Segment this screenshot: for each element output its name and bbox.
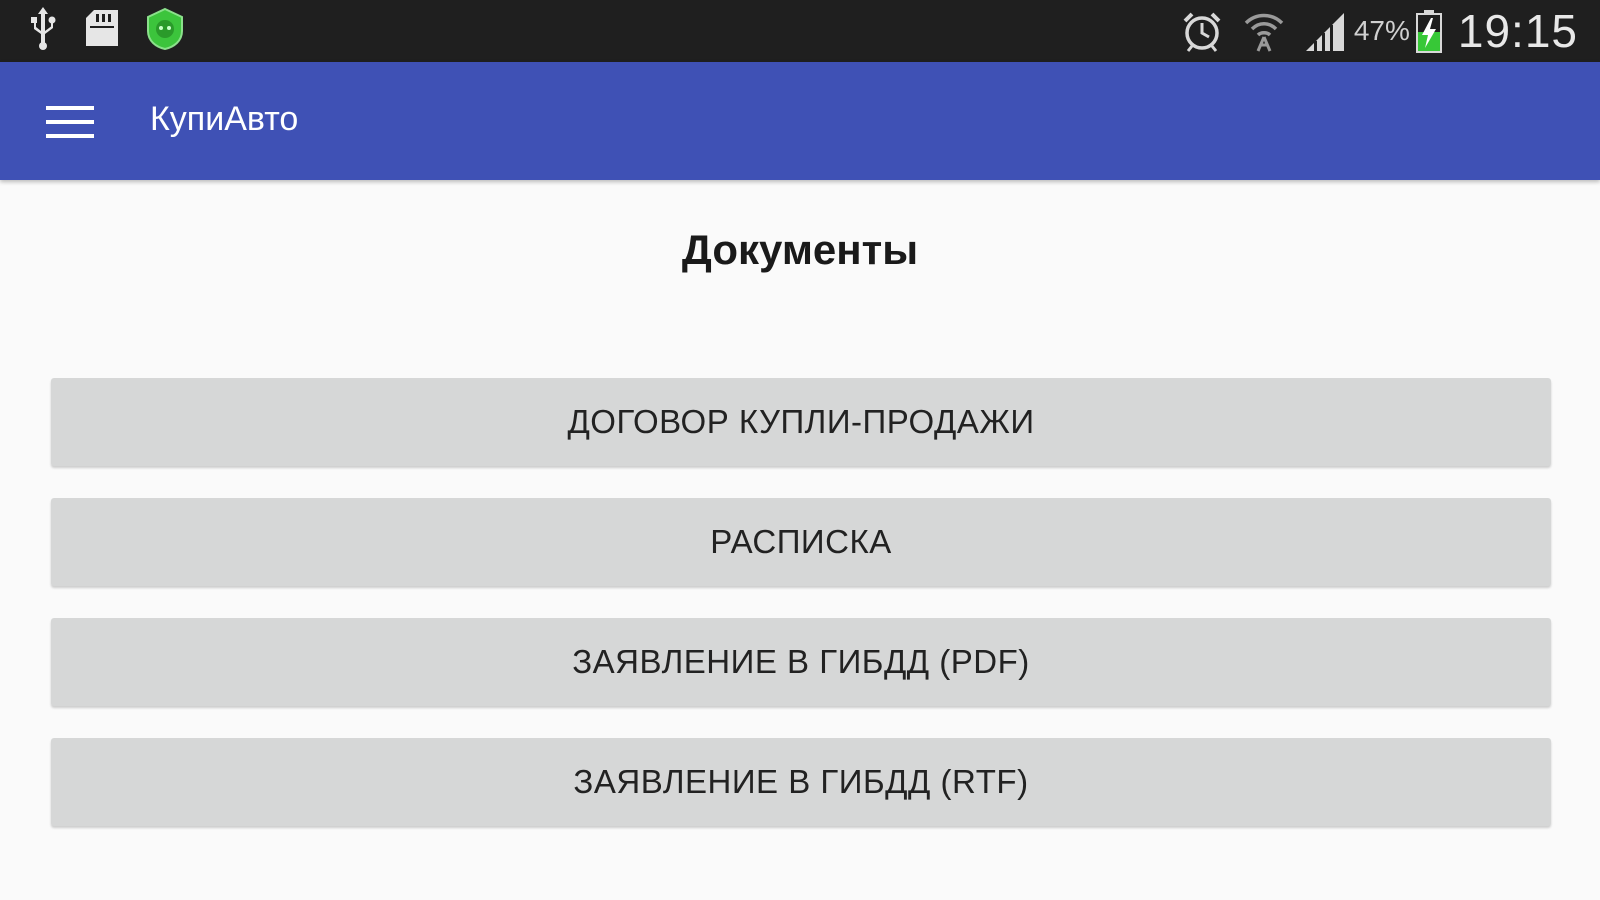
app-bar: КупиАвто [0,62,1600,180]
battery-percent: 47% [1353,15,1410,46]
hamburger-menu-icon[interactable] [40,96,100,148]
status-bar: 47% 19:15 [0,0,1600,62]
alarm-clock-icon [1180,9,1224,53]
usb-icon [26,6,60,56]
sd-card-icon [82,8,122,55]
gibdd-application-pdf-button[interactable]: ЗАЯВЛЕНИЕ В ГИБДД (PDF) [51,618,1551,706]
battery-charging-icon [1414,8,1444,54]
status-left-icons [26,6,186,56]
status-clock: 19:15 [1457,5,1578,57]
app-title: КупиАвто [150,100,299,138]
wifi-icon [1242,9,1286,53]
sales-contract-button[interactable]: ДОГОВОР КУПЛИ-ПРОДАЖИ [51,378,1551,466]
page-title: Документы [681,226,919,273]
cell-signal-icon [1304,9,1348,53]
gibdd-application-rtf-button[interactable]: ЗАЯВЛЕНИЕ В ГИБДД (RTF) [51,738,1551,826]
security-shield-icon [144,7,186,56]
receipt-button[interactable]: РАСПИСКА [51,498,1551,586]
status-right-icons: 47% 19:15 [1162,4,1578,58]
